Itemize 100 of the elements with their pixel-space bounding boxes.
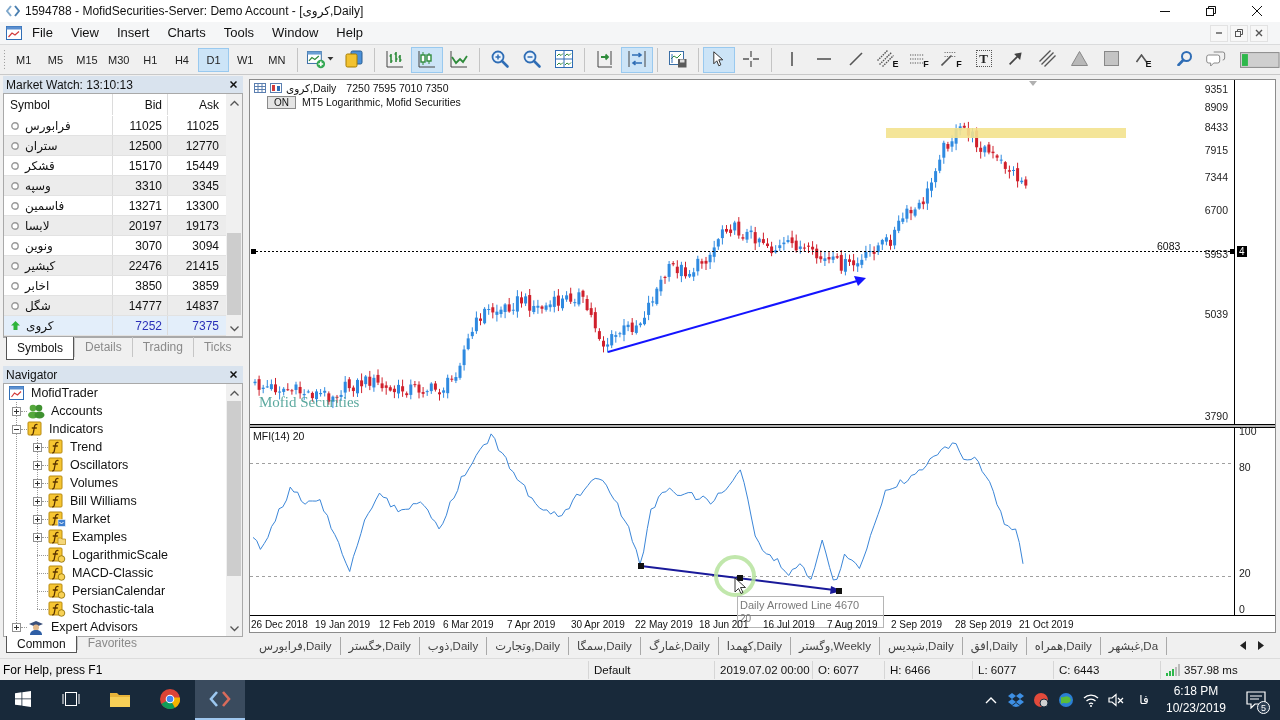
timeframe-button[interactable]: H4	[166, 47, 198, 72]
close-icon	[1255, 29, 1263, 37]
chart-tab[interactable]: وتجارت,Daily	[487, 636, 569, 655]
candlestick-button[interactable]	[411, 46, 444, 73]
circle-icon	[11, 221, 19, 230]
chart-tab[interactable]: افق,Daily	[962, 636, 1027, 655]
collapse-icon[interactable]	[12, 424, 21, 434]
timeframe-button[interactable]: W1	[229, 47, 262, 72]
time-label: 26 Dec 2018	[250, 619, 309, 630]
menu-item[interactable]: Window	[263, 23, 328, 43]
menu-item[interactable]: Help	[327, 23, 373, 43]
menu-item[interactable]: View	[61, 23, 108, 43]
tree-item[interactable]: LogarithmicScale	[72, 548, 168, 562]
elliott-wave-button[interactable]: E	[1127, 46, 1160, 73]
restore-button[interactable]	[1230, 24, 1248, 42]
cursor-button[interactable]	[702, 46, 735, 73]
globe-icon[interactable]	[1057, 692, 1074, 708]
close-button[interactable]	[1250, 24, 1268, 42]
tree-item[interactable]: PersianCalendar	[72, 584, 166, 598]
tree-item[interactable]: Volumes	[70, 476, 118, 490]
clock[interactable]: 6:18 PM 10/23/2019	[1160, 683, 1232, 717]
menu-item[interactable]: Insert	[107, 23, 159, 43]
toggle-button[interactable]: ON	[267, 96, 296, 109]
time-label: 21 Oct 2019	[1018, 619, 1075, 630]
chart-tab[interactable]: سمگا,Daily	[568, 636, 641, 655]
expand-icon[interactable]	[33, 496, 42, 506]
scrollbar-thumb[interactable]	[227, 233, 241, 315]
menu-item[interactable]: Tools	[214, 23, 264, 43]
chart-tab[interactable]: همراه,Daily	[1026, 636, 1101, 655]
timeframe-button[interactable]: M15	[71, 47, 103, 72]
expand-icon[interactable]	[33, 514, 42, 524]
chart-tab[interactable]: شپدیس,Daily	[879, 636, 963, 655]
notification-button[interactable]: 5	[1232, 680, 1280, 720]
column-header[interactable]: Ask	[168, 94, 224, 115]
chart-tab[interactable]: فرابورس,Daily	[251, 636, 341, 655]
round-app-icon[interactable]	[1032, 692, 1049, 708]
zoom-out-icon	[522, 48, 543, 69]
language-indicator[interactable]: فا	[1128, 693, 1160, 707]
timeframe-button[interactable]: M1	[7, 47, 40, 72]
chart-tab[interactable]: ذوب,Daily	[419, 636, 488, 655]
close-button[interactable]	[227, 78, 239, 91]
timeframe-button[interactable]: M30	[102, 47, 135, 72]
panel-tab[interactable]: Symbols	[6, 337, 74, 360]
tree-item[interactable]: Market	[72, 512, 111, 526]
open-box-icon[interactable]	[1007, 693, 1024, 707]
chart-tab[interactable]: غبشهر,Da	[1100, 636, 1168, 655]
tree-item[interactable]: MACD-Classic	[72, 566, 154, 580]
left-triangle-icon[interactable]	[1240, 641, 1246, 650]
chart-tab[interactable]: غمارگ,Daily	[640, 636, 719, 655]
scrollbar-thumb[interactable]	[227, 401, 241, 576]
tree-item[interactable]: Examples	[72, 530, 127, 544]
expand-icon[interactable]	[12, 406, 21, 416]
fibonacci-channel-button[interactable]: E	[871, 46, 904, 73]
chart-tab[interactable]: خگستر,Daily	[340, 636, 420, 655]
chevron-up-icon[interactable]	[984, 696, 997, 704]
muted-speaker-icon[interactable]	[1107, 693, 1124, 707]
tree-item[interactable]: Trend	[70, 440, 103, 454]
tree-item[interactable]: Indicators	[49, 422, 104, 436]
price-label: 7344	[1204, 171, 1228, 183]
circle-icon	[11, 161, 19, 170]
arrow-icon	[1009, 52, 1023, 65]
text-tool-button[interactable]: T	[967, 46, 1000, 73]
expand-icon[interactable]	[33, 478, 42, 488]
fibonacci-fan-button[interactable]: F	[935, 46, 968, 73]
panel-title: Market Watch: 13:10:13	[6, 77, 133, 92]
chart-tab[interactable]: وگستر,Weekly	[791, 636, 880, 655]
close-button[interactable]	[227, 368, 239, 381]
tree-item[interactable]: Oscillators	[70, 458, 129, 472]
circle-icon	[11, 141, 19, 150]
timeframe-button[interactable]: M5	[39, 47, 72, 72]
up-caret-icon	[229, 390, 239, 396]
tree-item[interactable]: MofidTrader	[31, 386, 98, 400]
auto-scroll-button[interactable]	[620, 46, 653, 73]
expand-icon[interactable]	[33, 460, 42, 470]
shift-marker-icon[interactable]	[1029, 81, 1037, 86]
wifi-icon[interactable]	[1082, 693, 1099, 707]
menu-item[interactable]: File	[23, 23, 62, 43]
column-header[interactable]: Symbol	[4, 94, 113, 115]
scrollbar[interactable]	[226, 94, 242, 336]
open-price: O: 6077	[818, 663, 859, 676]
expand-icon[interactable]	[33, 532, 42, 542]
tree-item[interactable]: Stochastic-tala	[72, 602, 154, 616]
menu-item[interactable]: Charts	[158, 23, 215, 43]
square-icon	[1104, 51, 1120, 66]
minimize-button[interactable]	[1210, 24, 1228, 42]
tree-item[interactable]: Expert Advisors	[51, 620, 138, 634]
timeframe-button[interactable]: MN	[261, 47, 293, 72]
timeframe-button[interactable]: D1	[197, 47, 230, 72]
expand-icon[interactable]	[12, 622, 21, 632]
scrollbar[interactable]	[226, 384, 242, 636]
fibonacci-levels-button[interactable]: F	[903, 46, 936, 73]
panel-tab[interactable]: Common	[6, 636, 77, 653]
column-header[interactable]: Bid	[113, 94, 168, 115]
right-triangle-icon[interactable]	[1258, 641, 1264, 650]
tree-item[interactable]: Accounts	[51, 404, 103, 418]
expand-icon[interactable]	[33, 442, 42, 452]
tree-item[interactable]: Bill Williams	[70, 494, 137, 508]
chart-tab[interactable]: کهمدا,Daily	[718, 636, 792, 655]
terminal-app-button[interactable]	[195, 680, 245, 720]
timeframe-button[interactable]: H1	[134, 47, 167, 72]
